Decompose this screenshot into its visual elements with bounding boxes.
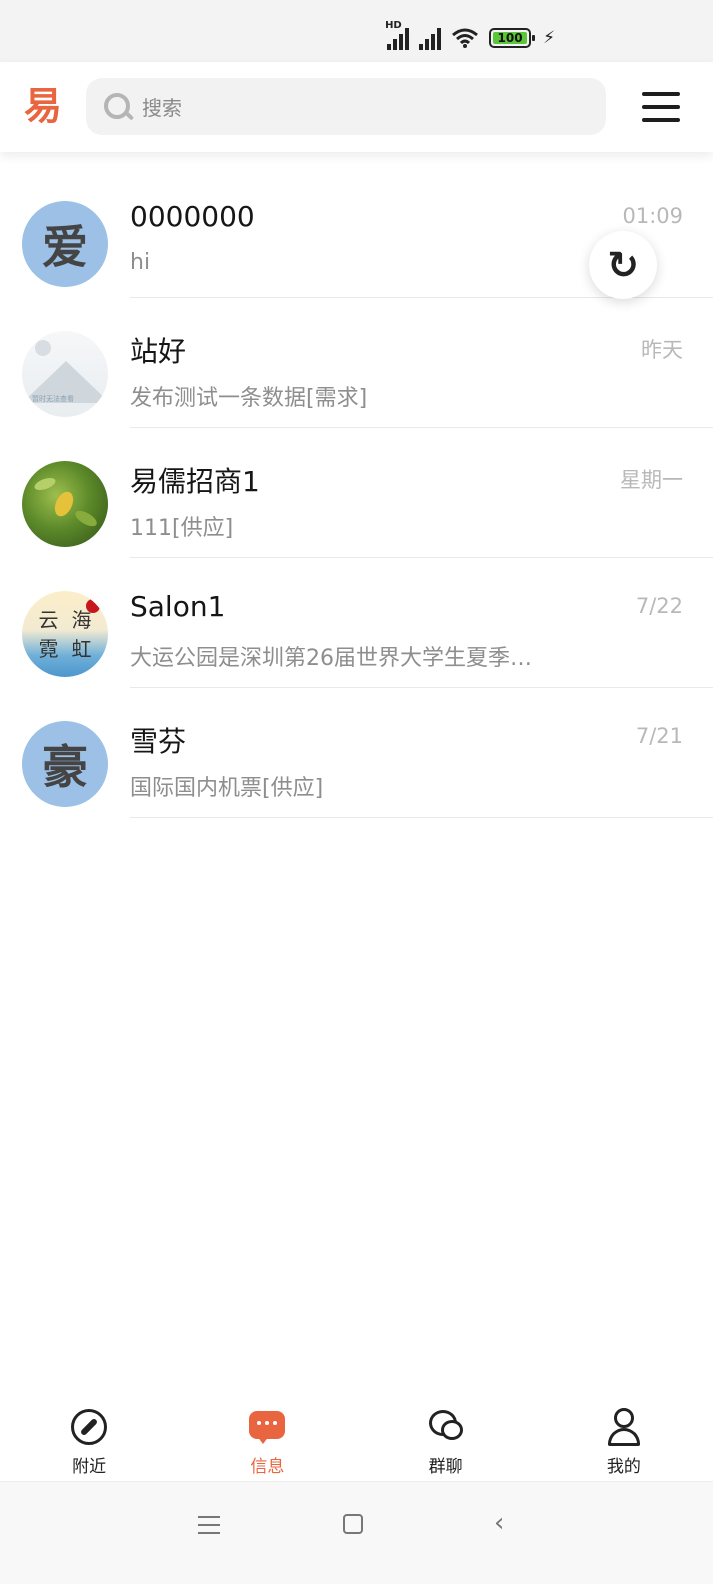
user-icon <box>605 1408 643 1446</box>
tab-label: 信息 <box>250 1457 285 1477</box>
hamburger-menu-icon[interactable] <box>642 92 680 122</box>
conversation-time: 7/21 <box>635 724 683 748</box>
conversation-body: 站好 发布测试一条数据[需求] 昨天 <box>130 300 713 428</box>
conversation-name: 易儒招商1 <box>130 465 260 498</box>
tab-label: 群聊 <box>428 1457 463 1477</box>
conversation-item[interactable]: 豪 雪芬 国际国内机票[供应] 7/21 <box>0 690 713 820</box>
bolt-icon: ⚡ <box>543 28 555 48</box>
seal-icon <box>86 599 100 613</box>
group-chat-icon <box>427 1408 465 1446</box>
status-bar: HD 100 ⚡ <box>0 0 713 62</box>
status-icons: HD 100 ⚡ <box>385 20 555 50</box>
conversation-time: 7/22 <box>635 594 683 618</box>
wifi-icon <box>452 28 479 48</box>
system-nav-bar: ‹ <box>0 1482 713 1584</box>
avatar-char: 霓 <box>38 636 59 661</box>
tab-messages[interactable]: 信息 <box>178 1396 356 1481</box>
conversation-time: 01:09 <box>622 204 683 228</box>
battery-icon: 100 <box>489 28 536 48</box>
conversation-body: Salon1 大运公园是深圳第26届世界大学生夏季… 7/22 <box>130 560 713 688</box>
avatar: 爱 <box>22 201 108 287</box>
avatar-caption: 暂时无法查看 <box>32 395 74 403</box>
conversation-item[interactable]: 易儒招商1 111[供应] 星期一 <box>0 430 713 560</box>
tab-group-chat[interactable]: 群聊 <box>357 1396 535 1481</box>
conversation-preview: 发布测试一条数据[需求] <box>130 386 368 411</box>
tab-me[interactable]: 我的 <box>535 1396 713 1481</box>
compass-icon <box>70 1408 108 1446</box>
conversation-preview: 国际国内机票[供应] <box>130 776 324 801</box>
conversation-preview: 大运公园是深圳第26届世界大学生夏季… <box>130 646 532 671</box>
hd-label: HD <box>385 20 402 31</box>
search-placeholder: 搜索 <box>142 96 182 120</box>
avatar: 云 海 霓 虹 <box>22 591 108 677</box>
message-icon <box>248 1408 286 1446</box>
avatar <box>22 461 108 547</box>
signal-hd-icon: HD <box>385 20 410 50</box>
conversation-preview: hi <box>130 250 151 275</box>
search-input[interactable]: 搜索 <box>86 78 606 135</box>
conversation-time: 昨天 <box>641 338 683 362</box>
tab-nearby[interactable]: 附近 <box>0 1396 178 1481</box>
conversation-name: Salon1 <box>130 590 226 623</box>
conversation-body: 雪芬 国际国内机票[供应] 7/21 <box>130 690 713 818</box>
conversation-item[interactable]: 暂时无法查看 站好 发布测试一条数据[需求] 昨天 <box>0 300 713 430</box>
refresh-icon[interactable]: ↻ <box>589 231 657 299</box>
conversation-preview: 111[供应] <box>130 516 234 541</box>
conversation-time: 星期一 <box>620 468 683 492</box>
search-icon <box>102 91 135 123</box>
tab-label: 附近 <box>72 1457 107 1477</box>
conversation-name: 站好 <box>130 335 187 368</box>
signal-icon <box>419 26 442 50</box>
conversation-item[interactable]: 云 海 霓 虹 Salon1 大运公园是深圳第26届世界大学生夏季… 7/22 <box>0 560 713 690</box>
avatar: 豪 <box>22 721 108 807</box>
avatar-char: 云 <box>38 607 59 632</box>
conversation-body: 易儒招商1 111[供应] 星期一 <box>130 430 713 558</box>
recent-apps-icon[interactable] <box>198 1516 220 1534</box>
back-icon[interactable]: ‹ <box>494 1510 504 1536</box>
avatar: 暂时无法查看 <box>22 331 108 417</box>
conversation-name: 雪芬 <box>130 725 187 758</box>
app-logo: 易 <box>24 84 63 128</box>
tab-label: 我的 <box>606 1457 641 1477</box>
avatar-char: 虹 <box>71 636 92 661</box>
app-header: 易 搜索 <box>0 62 713 152</box>
battery-level: 100 <box>493 31 528 45</box>
home-icon[interactable] <box>343 1514 363 1534</box>
conversation-name: 0000000 <box>130 200 255 233</box>
bottom-tab-bar: 附近 信息 群聊 我的 <box>0 1396 713 1482</box>
